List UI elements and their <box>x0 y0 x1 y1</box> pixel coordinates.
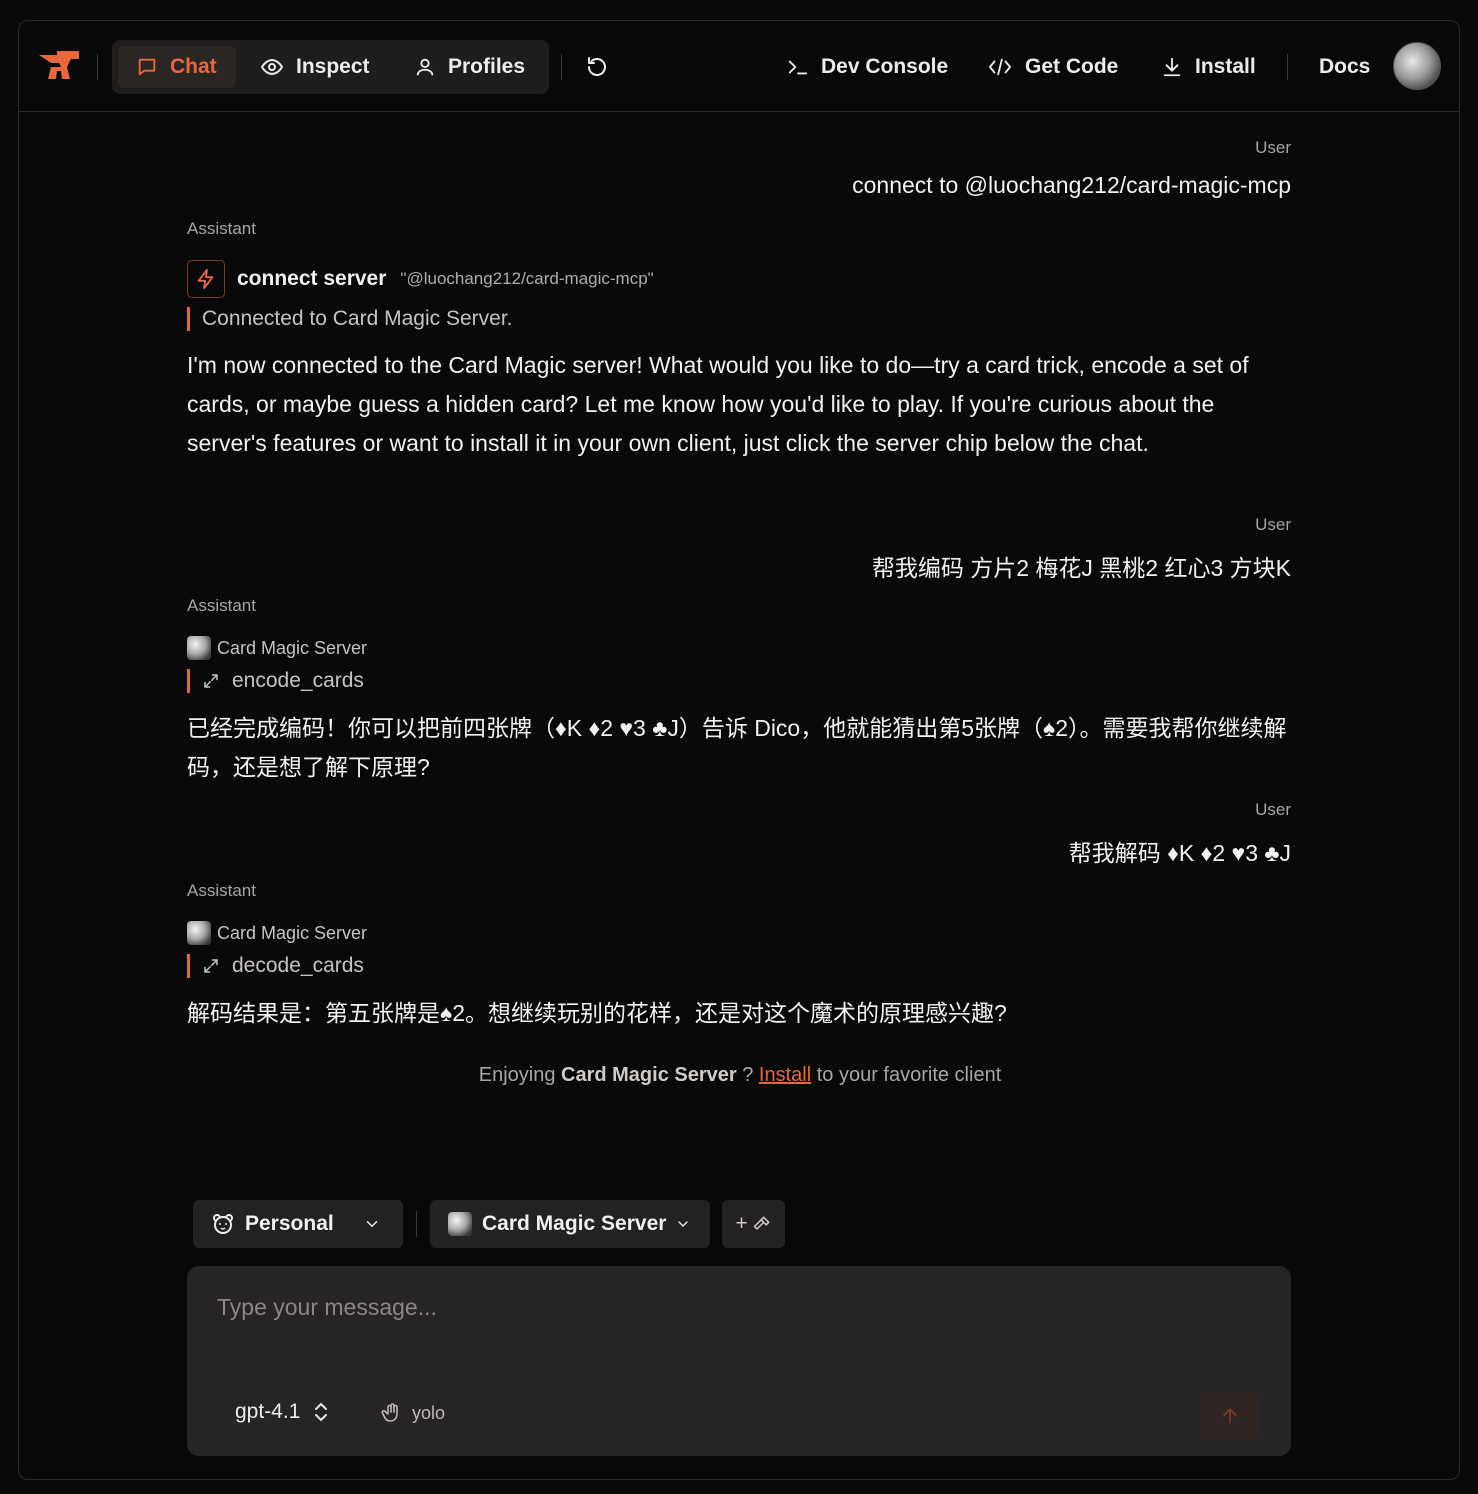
role-label: Assistant <box>187 219 256 238</box>
tab-profiles[interactable]: Profiles <box>402 46 542 88</box>
tool-name: encode_cards <box>232 669 364 692</box>
server-chip[interactable]: Card Magic Server <box>187 636 367 660</box>
user-message: connect to @luochang212/card-magic-mcp <box>852 172 1291 198</box>
user-message: 帮我解码 ♦K ♦2 ♥3 ♣J <box>1068 840 1291 866</box>
nav-tabs: Chat Inspect Profiles <box>112 40 549 94</box>
terminal-icon <box>788 60 808 75</box>
assistant-message: I'm now connected to the Card Magic serv… <box>187 352 1249 456</box>
promo-server: Card Magic Server <box>561 1064 737 1086</box>
install-label: Install <box>1195 55 1256 78</box>
tab-inspect[interactable]: Inspect <box>248 46 378 88</box>
refresh-icon[interactable] <box>585 55 609 79</box>
profile-selector[interactable]: Personal <box>193 1200 403 1248</box>
user-icon <box>416 58 434 76</box>
install-button[interactable]: Install <box>1161 49 1256 85</box>
code-icon <box>989 58 1011 76</box>
role-label: User <box>1255 515 1291 534</box>
role-label: User <box>1255 800 1291 819</box>
bolt-icon <box>187 260 225 298</box>
server-avatar-icon <box>187 921 211 945</box>
model-selector[interactable]: gpt-4.1 <box>235 1400 330 1424</box>
app-window: Chat Inspect Profiles Dev Console Get Co… <box>18 20 1460 1480</box>
divider <box>97 54 98 80</box>
dev-console-label: Dev Console <box>821 55 949 78</box>
chevron-down-icon <box>366 1221 378 1228</box>
role-label: Assistant <box>187 596 256 615</box>
mode-label: yolo <box>412 1402 446 1423</box>
tab-chat-label: Chat <box>170 55 217 78</box>
tab-inspect-label: Inspect <box>296 55 370 78</box>
user-message: 帮我编码 方片2 梅花J 黑桃2 红心3 方块K <box>871 555 1291 581</box>
chevron-down-icon <box>678 1221 688 1227</box>
divider <box>1287 54 1288 80</box>
assistant-message: 解码结果是：第五张牌是♠2。想继续玩别的花样，还是对这个魔术的原理感兴趣? <box>187 1000 1007 1026</box>
expand-icon <box>204 674 218 688</box>
server-avatar-icon <box>187 636 211 660</box>
message-composer: gpt-4.1 yolo <box>187 1266 1291 1456</box>
tool-argument: "@luochang212/card-magic-mcp" <box>400 269 654 288</box>
get-code-label: Get Code <box>1025 55 1119 78</box>
download-icon <box>1163 57 1181 77</box>
add-label: + <box>735 1212 748 1235</box>
send-button[interactable] <box>1201 1392 1259 1440</box>
server-selector[interactable]: Card Magic Server <box>430 1200 710 1248</box>
chat-bubble-icon <box>138 58 156 76</box>
tool-call-decode[interactable]: decode_cards <box>187 954 364 978</box>
role-label: Assistant <box>187 881 256 900</box>
promo-prefix: Enjoying <box>478 1064 556 1086</box>
docs-label: Docs <box>1319 55 1371 78</box>
divider <box>416 1211 417 1237</box>
hammer-icon <box>753 1216 770 1230</box>
tool-name: connect server <box>237 267 387 290</box>
tool-name: decode_cards <box>232 954 364 977</box>
server-name: Card Magic Server <box>217 637 368 658</box>
assistant-message: 已经完成编码！你可以把前四张牌（♦K ♦2 ♥3 ♣J）告诉 Dico，他就能猜… <box>187 715 1287 780</box>
top-bar: Chat Inspect Profiles Dev Console Get Co… <box>19 21 1459 112</box>
tool-call[interactable]: connect server "@luochang212/card-magic-… <box>187 260 654 298</box>
promo-qmark: ? <box>742 1064 754 1086</box>
server-name: Card Magic Server <box>217 922 368 943</box>
dev-console-button[interactable]: Dev Console <box>787 49 948 85</box>
install-link[interactable]: Install <box>759 1064 811 1086</box>
hand-icon <box>381 1403 398 1422</box>
server-selector-label: Card Magic Server <box>482 1212 667 1235</box>
tool-call-encode[interactable]: encode_cards <box>187 669 364 693</box>
divider <box>561 54 562 80</box>
tab-profiles-label: Profiles <box>448 55 526 78</box>
bear-icon <box>213 1214 233 1234</box>
server-chip[interactable]: Card Magic Server <box>187 921 367 945</box>
avatar[interactable] <box>1393 42 1441 90</box>
role-label: User <box>1255 138 1291 157</box>
tab-chat[interactable]: Chat <box>118 46 236 88</box>
arrow-up-icon <box>1223 1408 1237 1424</box>
profile-name: Personal <box>245 1212 334 1235</box>
chevron-updown-icon <box>315 1402 328 1422</box>
tool-result: Connected to Card Magic Server. <box>187 307 513 331</box>
docs-link[interactable]: Docs <box>1319 49 1370 85</box>
add-tool-button[interactable]: + <box>722 1200 785 1248</box>
eye-icon <box>260 58 284 76</box>
yolo-toggle[interactable]: yolo <box>380 1401 445 1425</box>
model-name: gpt-4.1 <box>235 1400 301 1423</box>
install-promo: Enjoying Card Magic Server ? Install to … <box>19 1064 1459 1087</box>
get-code-button[interactable]: Get Code <box>987 49 1118 85</box>
message-input[interactable] <box>217 1292 1257 1322</box>
expand-icon <box>204 959 218 973</box>
promo-suffix: to your favorite client <box>816 1064 1002 1086</box>
anvil-logo-icon[interactable] <box>37 49 81 85</box>
server-avatar-icon <box>448 1212 472 1236</box>
